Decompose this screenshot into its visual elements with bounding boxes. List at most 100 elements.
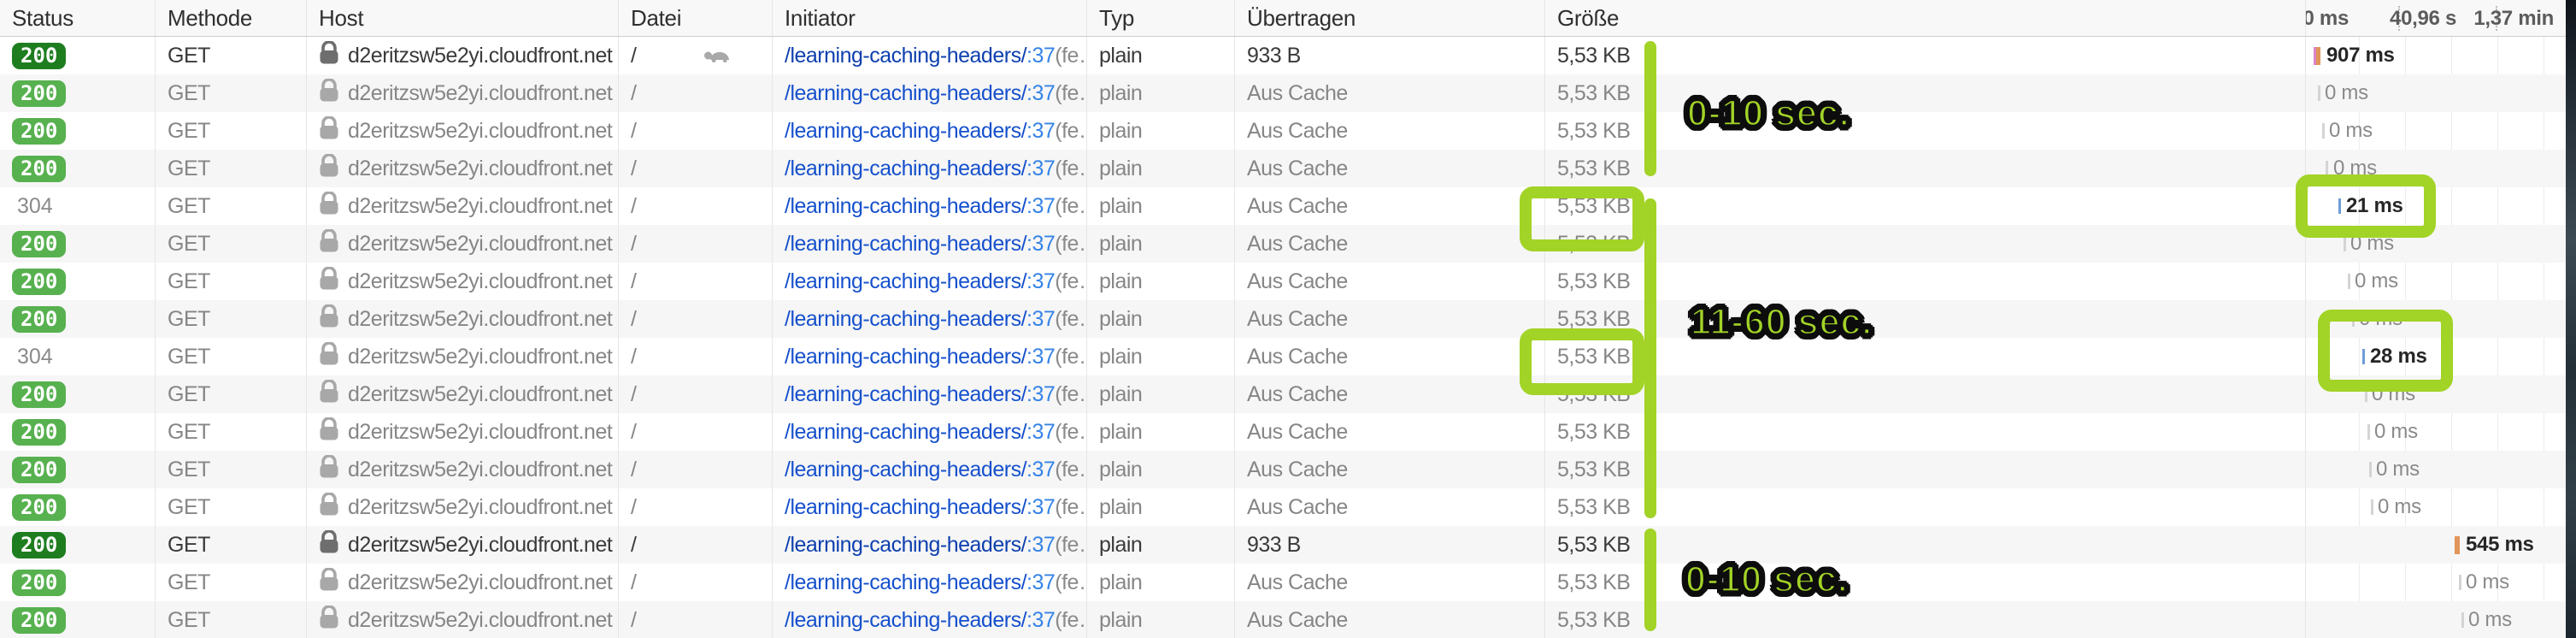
type-cell: plain <box>1087 74 1235 112</box>
status-badge: 200 <box>12 156 66 182</box>
file-text: / <box>631 194 636 219</box>
request-row[interactable]: 200GETd2eritzsw5e2yi.cloudfront.net//lea… <box>0 451 2576 488</box>
initiator-path: /learning-caching-headers/ <box>785 269 1026 293</box>
initiator-cell: /learning-caching-headers/:37 (fe… <box>773 338 1087 375</box>
file-text: / <box>631 269 636 294</box>
waterfall-cell: 545 ms <box>2306 526 2576 564</box>
initiator-cause: (fe… <box>1055 345 1087 369</box>
host-cell: d2eritzsw5e2yi.cloudfront.net <box>307 338 619 375</box>
network-table-header: StatusMethodeHostDateiInitiatorTypÜbertr… <box>0 0 2576 37</box>
transferred-cell: Aus Cache <box>1235 338 1545 375</box>
size-cell: 5,53 KB <box>1545 263 2306 300</box>
host-text: d2eritzsw5e2yi.cloudfront.net <box>348 533 612 558</box>
type-text: plain <box>1099 307 1142 332</box>
status-badge: 200 <box>12 80 66 107</box>
request-row[interactable]: 200GETd2eritzsw5e2yi.cloudfront.net//lea… <box>0 112 2576 150</box>
initiator-cell: /learning-caching-headers/:37 (fe… <box>773 488 1087 526</box>
request-row[interactable]: 200GETd2eritzsw5e2yi.cloudfront.net//lea… <box>0 601 2576 638</box>
initiator-link[interactable]: /learning-caching-headers/:37 <box>785 382 1055 407</box>
initiator-line-number: :37 <box>1026 495 1055 519</box>
file-text: / <box>631 533 636 558</box>
initiator-link[interactable]: /learning-caching-headers/:37 <box>785 608 1055 633</box>
initiator-link[interactable]: /learning-caching-headers/:37 <box>785 157 1055 181</box>
method-text: GET <box>168 44 210 68</box>
initiator-link[interactable]: /learning-caching-headers/:37 <box>785 495 1055 520</box>
size-cell: 5,53 KB <box>1545 187 2306 225</box>
request-row[interactable]: 200GETd2eritzsw5e2yi.cloudfront.net//lea… <box>0 413 2576 451</box>
column-header-status[interactable]: Status <box>0 0 156 36</box>
initiator-link[interactable]: /learning-caching-headers/:37 <box>785 194 1055 219</box>
file-cell: / <box>619 225 773 263</box>
method-cell: GET <box>156 564 307 601</box>
lock-icon <box>319 41 339 71</box>
request-row[interactable]: 200GETd2eritzsw5e2yi.cloudfront.net//lea… <box>0 488 2576 526</box>
initiator-line-number: :37 <box>1026 608 1055 632</box>
request-row[interactable]: 200GETd2eritzsw5e2yi.cloudfront.net//lea… <box>0 564 2576 601</box>
initiator-path: /learning-caching-headers/ <box>785 44 1026 68</box>
file-cell: / <box>619 74 773 112</box>
request-row[interactable]: 200GETd2eritzsw5e2yi.cloudfront.net//lea… <box>0 300 2576 338</box>
initiator-link[interactable]: /learning-caching-headers/:37 <box>785 458 1055 482</box>
size-text: 5,53 KB <box>1557 608 1630 633</box>
type-cell: plain <box>1087 413 1235 451</box>
request-row[interactable]: 200GETd2eritzsw5e2yi.cloudfront.net//lea… <box>0 74 2576 112</box>
type-text: plain <box>1099 81 1142 106</box>
waterfall-cell: 0 ms <box>2306 564 2576 601</box>
initiator-path: /learning-caching-headers/ <box>785 495 1026 519</box>
request-row[interactable]: 304GETd2eritzsw5e2yi.cloudfront.net//lea… <box>0 187 2576 225</box>
initiator-link[interactable]: /learning-caching-headers/:37 <box>785 307 1055 332</box>
request-row[interactable]: 200GETd2eritzsw5e2yi.cloudfront.net//lea… <box>0 526 2576 564</box>
initiator-link[interactable]: /learning-caching-headers/:37 <box>785 232 1055 257</box>
file-cell: / <box>619 112 773 150</box>
waterfall-timing-bar-download <box>2316 47 2320 65</box>
initiator-link[interactable]: /learning-caching-headers/:37 <box>785 119 1055 144</box>
initiator-cell: /learning-caching-headers/:37 (fe… <box>773 526 1087 564</box>
transferred-cell: Aus Cache <box>1235 150 1545 187</box>
initiator-line-number: :37 <box>1026 458 1055 481</box>
column-header-type[interactable]: Typ <box>1087 0 1235 36</box>
initiator-cell: /learning-caching-headers/:37 (fe… <box>773 564 1087 601</box>
column-header-initiator[interactable]: Initiator <box>773 0 1087 36</box>
request-row[interactable]: 200GETd2eritzsw5e2yi.cloudfront.net//lea… <box>0 263 2576 300</box>
column-header-waterfall[interactable]: 0 ms40,96 s1,37 min <box>2306 0 2576 36</box>
initiator-link[interactable]: /learning-caching-headers/:37 <box>785 81 1055 106</box>
initiator-path: /learning-caching-headers/ <box>785 533 1026 557</box>
initiator-link[interactable]: /learning-caching-headers/:37 <box>785 420 1055 445</box>
lock-icon <box>319 380 339 410</box>
initiator-link[interactable]: /learning-caching-headers/:37 <box>785 533 1055 558</box>
initiator-link[interactable]: /learning-caching-headers/:37 <box>785 269 1055 294</box>
column-header-transferred[interactable]: Übertragen <box>1235 0 1545 36</box>
waterfall-timing-tick <box>2365 387 2367 402</box>
initiator-link[interactable]: /learning-caching-headers/:37 <box>785 570 1055 595</box>
transferred-text: Aus Cache <box>1247 570 1348 595</box>
method-cell: GET <box>156 413 307 451</box>
request-row[interactable]: 200GETd2eritzsw5e2yi.cloudfront.net//lea… <box>0 225 2576 263</box>
type-text: plain <box>1099 345 1142 369</box>
request-row[interactable]: 304GETd2eritzsw5e2yi.cloudfront.net//lea… <box>0 338 2576 375</box>
size-cell: 5,53 KB <box>1545 150 2306 187</box>
column-header-host[interactable]: Host <box>307 0 619 36</box>
host-cell: d2eritzsw5e2yi.cloudfront.net <box>307 451 619 488</box>
column-header-file[interactable]: Datei <box>619 0 773 36</box>
request-row[interactable]: 200GETd2eritzsw5e2yi.cloudfront.net//lea… <box>0 375 2576 413</box>
initiator-link[interactable]: /learning-caching-headers/:37 <box>785 44 1055 68</box>
type-text: plain <box>1099 533 1142 558</box>
initiator-line-number: :37 <box>1026 382 1055 406</box>
size-cell: 5,53 KB <box>1545 112 2306 150</box>
column-header-method[interactable]: Methode <box>156 0 307 36</box>
initiator-line-number: :37 <box>1026 345 1055 369</box>
host-text: d2eritzsw5e2yi.cloudfront.net <box>348 194 612 219</box>
file-text: / <box>631 570 636 595</box>
initiator-path: /learning-caching-headers/ <box>785 570 1026 594</box>
transferred-text: Aus Cache <box>1247 269 1348 294</box>
initiator-cause: (fe… <box>1055 307 1087 332</box>
request-row[interactable]: 200GETd2eritzsw5e2yi.cloudfront.net//lea… <box>0 150 2576 187</box>
initiator-link[interactable]: /learning-caching-headers/:37 <box>785 345 1055 369</box>
method-cell: GET <box>156 338 307 375</box>
type-text: plain <box>1099 382 1142 407</box>
column-header-size[interactable]: Größe <box>1545 0 2306 36</box>
status-badge: 200 <box>12 532 66 558</box>
request-row[interactable]: 200GETd2eritzsw5e2yi.cloudfront.net//lea… <box>0 37 2576 74</box>
initiator-cell: /learning-caching-headers/:37 (fe… <box>773 375 1087 413</box>
initiator-cell: /learning-caching-headers/:37 (fe… <box>773 413 1087 451</box>
